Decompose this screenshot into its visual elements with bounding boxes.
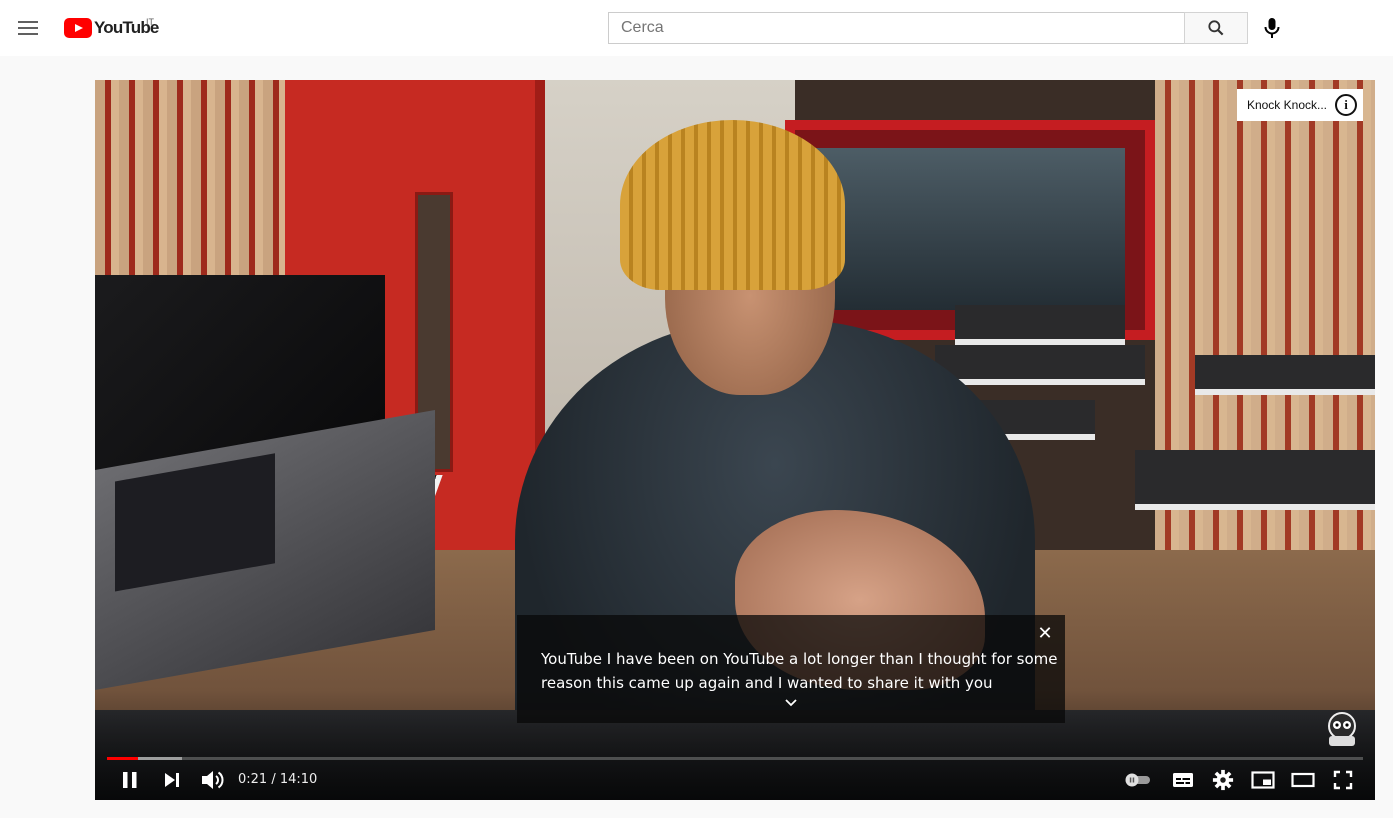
volume-icon bbox=[202, 771, 224, 789]
menu-icon[interactable] bbox=[16, 16, 40, 40]
masthead: YouTube IT bbox=[0, 0, 1393, 56]
fullscreen-icon bbox=[1333, 770, 1353, 790]
video-player[interactable]: Knock Knock... i ✕ YouTube I have been o… bbox=[95, 80, 1375, 800]
search-button[interactable] bbox=[1184, 12, 1248, 44]
autoplay-toggle-icon bbox=[1125, 773, 1150, 787]
caption-window: ✕ YouTube I have been on YouTube a lot l… bbox=[517, 615, 1065, 723]
channel-watermark[interactable] bbox=[1321, 708, 1363, 748]
time-display: 0:21 / 14:10 bbox=[238, 772, 317, 787]
subtitles-button[interactable] bbox=[1163, 760, 1203, 800]
autoplay-toggle[interactable] bbox=[1118, 760, 1158, 800]
youtube-logo[interactable]: YouTube IT bbox=[64, 17, 159, 38]
card-teaser-text: Knock Knock... bbox=[1246, 98, 1327, 112]
search-box bbox=[608, 12, 1184, 44]
caption-line: reason this came up again and I wanted t… bbox=[541, 674, 993, 692]
caption-line: YouTube I have been on YouTube a lot lon… bbox=[541, 650, 1058, 668]
subtitles-icon bbox=[1173, 773, 1193, 787]
gear-icon bbox=[1212, 769, 1234, 791]
youtube-play-icon bbox=[64, 18, 92, 38]
channel-avatar-icon bbox=[1328, 712, 1356, 746]
current-time: 0:21 bbox=[238, 772, 268, 787]
next-icon bbox=[165, 773, 179, 787]
pause-icon bbox=[123, 772, 137, 788]
duration: 14:10 bbox=[279, 772, 318, 787]
chevron-down-icon[interactable] bbox=[783, 695, 799, 711]
info-card-teaser[interactable]: Knock Knock... i bbox=[1236, 89, 1363, 121]
miniplayer-button[interactable] bbox=[1243, 760, 1283, 800]
fullscreen-button[interactable] bbox=[1323, 760, 1363, 800]
time-separator: / bbox=[267, 772, 280, 787]
info-icon: i bbox=[1335, 94, 1357, 116]
country-code: IT bbox=[146, 17, 154, 27]
close-icon[interactable]: ✕ bbox=[1035, 623, 1055, 643]
play-pause-button[interactable] bbox=[110, 760, 150, 800]
miniplayer-icon bbox=[1251, 771, 1275, 789]
voice-search-button[interactable] bbox=[1256, 12, 1288, 44]
theater-mode-icon bbox=[1291, 772, 1315, 788]
microphone-icon bbox=[1264, 18, 1280, 38]
search-icon bbox=[1208, 20, 1224, 36]
next-button[interactable] bbox=[152, 760, 192, 800]
player-controls: 0:21 / 14:10 bbox=[95, 760, 1375, 800]
mute-button[interactable] bbox=[192, 760, 232, 800]
settings-button[interactable] bbox=[1203, 760, 1243, 800]
search-input[interactable] bbox=[609, 13, 1184, 43]
theater-mode-button[interactable] bbox=[1283, 760, 1323, 800]
